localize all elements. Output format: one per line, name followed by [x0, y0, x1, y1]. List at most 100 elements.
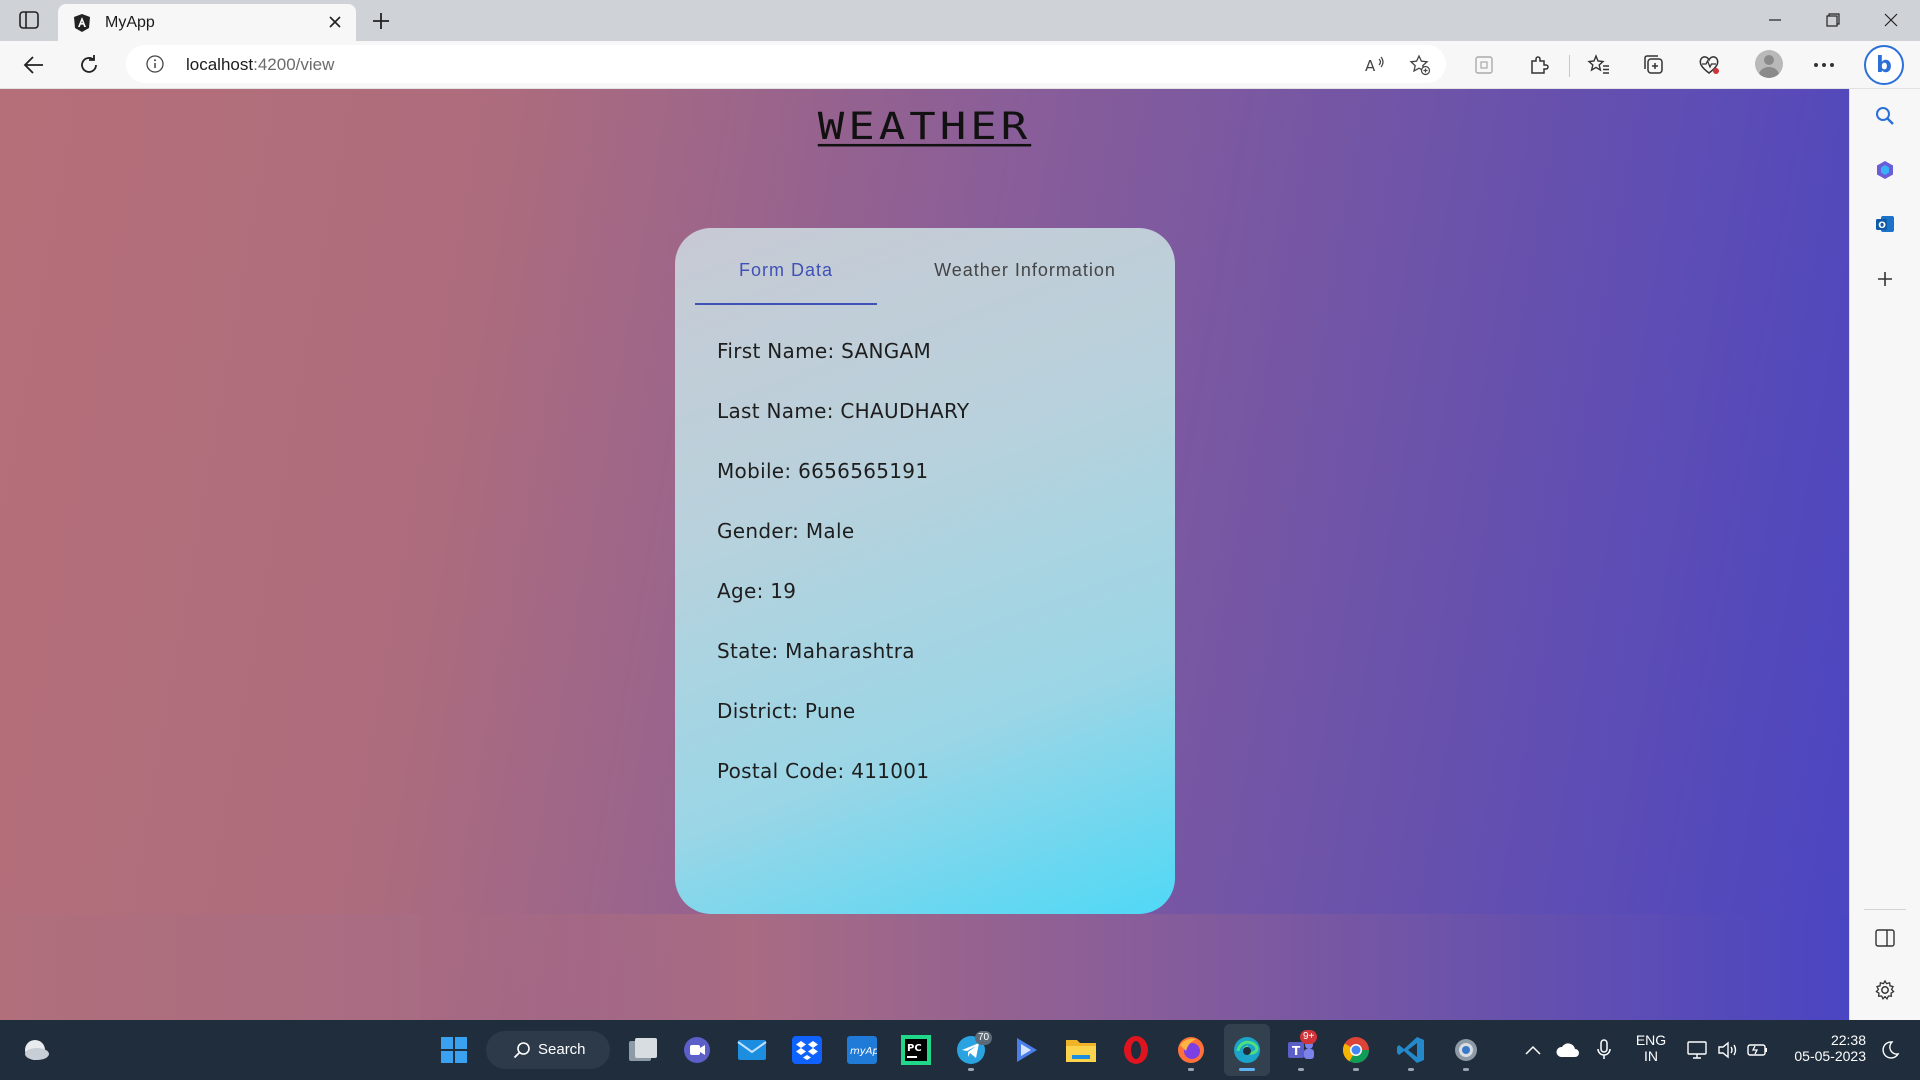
- extensions-icon[interactable]: [1525, 51, 1553, 79]
- svg-text:T: T: [1292, 1044, 1301, 1058]
- site-info-icon[interactable]: [146, 55, 164, 73]
- taskbar-search-label: Search: [538, 1041, 586, 1058]
- bing-label: b: [1876, 52, 1892, 78]
- start-menu-icon[interactable]: [438, 1034, 470, 1066]
- chrome-icon[interactable]: [1340, 1034, 1372, 1066]
- field-first-name: First Name: SANGAM: [717, 339, 932, 363]
- settings-running-indicator: [1463, 1068, 1469, 1071]
- telegram-badge: 70: [975, 1031, 993, 1045]
- tab-weather-information[interactable]: Weather Information: [895, 256, 1155, 306]
- teams-running-indicator: [1298, 1068, 1304, 1071]
- tab-form-data[interactable]: Form Data: [695, 256, 877, 306]
- do-not-disturb-icon[interactable]: [1878, 1034, 1902, 1066]
- page-lower-band: [0, 914, 420, 1020]
- tab-actions-icon[interactable]: [16, 8, 42, 32]
- read-aloud-icon[interactable]: A: [1364, 54, 1386, 76]
- network-icon[interactable]: [1686, 1034, 1710, 1066]
- form-fields: First Name: SANGAM Last Name: CHAUDHARY …: [717, 339, 969, 819]
- vscode-running-indicator: [1408, 1068, 1414, 1071]
- field-district: District: Pune: [717, 699, 856, 723]
- tab-title: MyApp: [105, 14, 155, 31]
- url-text: localhost:4200/view: [186, 55, 334, 75]
- media-player-icon[interactable]: [1010, 1034, 1042, 1066]
- svg-text:PC: PC: [907, 1043, 922, 1054]
- dropbox-icon[interactable]: [791, 1034, 823, 1066]
- extension-disabled-icon[interactable]: [1470, 51, 1498, 79]
- favorites-icon[interactable]: [1585, 51, 1613, 79]
- battery-icon[interactable]: [1746, 1034, 1770, 1066]
- tab-form-data-label: Form Data: [738, 260, 834, 280]
- toolbar-divider: [1569, 55, 1570, 77]
- clock-time: 22:38: [1830, 1032, 1866, 1048]
- collections-icon[interactable]: [1640, 51, 1668, 79]
- mail-icon[interactable]: [736, 1034, 768, 1066]
- taskbar-search[interactable]: Search: [486, 1031, 610, 1069]
- edge-sidebar: O: [1849, 89, 1920, 1020]
- edge-running-indicator: [1239, 1068, 1255, 1071]
- sidebar-settings-icon[interactable]: [1871, 976, 1899, 1004]
- page-lower-gradient: [380, 914, 1849, 1020]
- sidebar-divider: [1864, 909, 1906, 910]
- browser-essentials-icon[interactable]: [1695, 51, 1723, 79]
- microphone-icon[interactable]: [1593, 1034, 1615, 1066]
- browser-tab[interactable]: MyApp: [58, 4, 356, 41]
- copilot-icon[interactable]: [1871, 156, 1899, 184]
- myap-icon[interactable]: myAp: [846, 1034, 878, 1066]
- svg-text:A: A: [1365, 57, 1376, 75]
- restore-icon[interactable]: [1818, 6, 1848, 34]
- more-options-icon[interactable]: [1810, 51, 1838, 79]
- onedrive-icon[interactable]: [1555, 1034, 1581, 1066]
- clock[interactable]: 22:38 05-05-2023: [1782, 1032, 1866, 1064]
- field-last-name: Last Name: CHAUDHARY: [717, 399, 970, 423]
- windows-taskbar: Search myAp PC 70 T 9+ ENG IN 22:38 05-0…: [0, 1020, 1920, 1080]
- file-explorer-icon[interactable]: [1065, 1034, 1097, 1066]
- region-code: IN: [1644, 1048, 1658, 1064]
- teams-badge: 9+: [1300, 1030, 1318, 1044]
- refresh-icon[interactable]: [74, 50, 104, 80]
- field-mobile: Mobile: 6656565191: [717, 459, 929, 483]
- field-age: Age: 19: [717, 579, 797, 603]
- chrome-running-indicator: [1353, 1068, 1359, 1071]
- telegram-running-indicator: [968, 1068, 974, 1071]
- field-state: State: Maharashtra: [717, 639, 915, 663]
- weather-widget-icon[interactable]: [20, 1034, 52, 1066]
- outlook-icon[interactable]: O: [1871, 210, 1899, 238]
- profile-avatar[interactable]: [1755, 50, 1783, 78]
- close-tab-icon[interactable]: [326, 13, 344, 31]
- language-indicator[interactable]: ENG IN: [1628, 1032, 1674, 1064]
- volume-icon[interactable]: [1716, 1034, 1740, 1066]
- back-arrow-icon[interactable]: [19, 50, 49, 80]
- clock-date: 05-05-2023: [1794, 1048, 1866, 1064]
- teams-chat-icon[interactable]: [681, 1034, 713, 1066]
- tab-weather-information-label: Weather Information: [934, 260, 1116, 280]
- minimize-icon[interactable]: [1760, 6, 1790, 34]
- field-postal-code: Postal Code: 411001: [717, 759, 930, 783]
- active-tab-indicator: [695, 303, 877, 305]
- edge-icon[interactable]: [1231, 1034, 1263, 1066]
- language-code: ENG: [1635, 1032, 1667, 1048]
- add-favorite-icon[interactable]: [1409, 54, 1431, 76]
- vscode-icon[interactable]: [1395, 1034, 1427, 1066]
- search-icon[interactable]: [1871, 102, 1899, 130]
- firefox-icon[interactable]: [1175, 1034, 1207, 1066]
- svg-text:O: O: [1878, 221, 1886, 231]
- form-data-card: Form Data Weather Information First Name…: [675, 228, 1175, 914]
- bing-chat-icon[interactable]: b: [1864, 45, 1904, 85]
- tab-group: Form Data Weather Information: [695, 256, 1155, 306]
- pycharm-icon[interactable]: PC: [900, 1034, 932, 1066]
- brand-text: WEATHER: [817, 104, 1032, 149]
- show-hidden-icons-icon[interactable]: [1523, 1034, 1543, 1066]
- task-view-icon[interactable]: [627, 1034, 659, 1066]
- settings-icon[interactable]: [1450, 1034, 1482, 1066]
- add-sidebar-app-icon[interactable]: [1871, 265, 1899, 293]
- browser-toolbar: localhost:4200/view A: [0, 41, 1920, 89]
- field-gender: Gender: Male: [717, 519, 855, 543]
- close-window-icon[interactable]: [1876, 6, 1906, 34]
- sidebar-panel-icon[interactable]: [1871, 924, 1899, 952]
- url-path: :4200/view: [253, 55, 335, 74]
- address-bar[interactable]: localhost:4200/view A: [126, 45, 1446, 83]
- browser-titlebar: MyApp: [0, 0, 1920, 41]
- web-page: WEATHER Form Data Weather Information Fi…: [0, 89, 1849, 1020]
- opera-icon[interactable]: [1120, 1034, 1152, 1066]
- new-tab-icon[interactable]: [368, 8, 394, 34]
